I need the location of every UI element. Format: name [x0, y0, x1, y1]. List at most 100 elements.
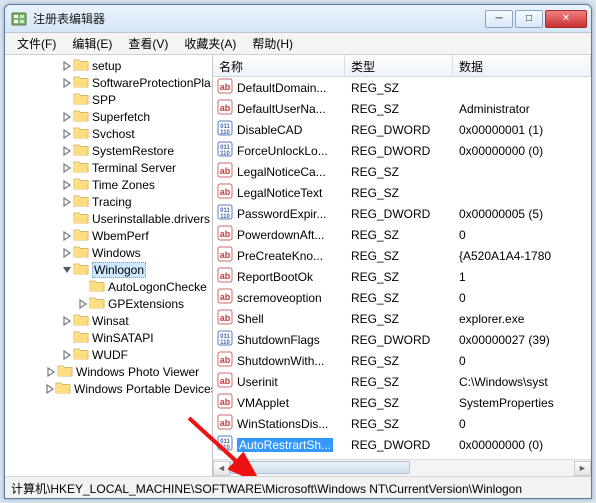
value-row[interactable]: PasswordExpir...REG_DWORD0x00000005 (5) — [213, 203, 591, 224]
tree-node[interactable]: Time Zones — [5, 176, 212, 193]
maximize-button[interactable]: □ — [515, 10, 543, 28]
tree-node[interactable]: WUDF — [5, 346, 212, 363]
value-row[interactable]: AutoRestrartSh...REG_DWORD0x00000000 (0) — [213, 434, 591, 455]
expand-icon[interactable] — [61, 248, 73, 258]
expand-icon[interactable] — [61, 316, 73, 326]
value-name: AutoRestrartSh... — [237, 438, 333, 452]
expand-icon[interactable] — [61, 163, 73, 173]
value-name: DisableCAD — [237, 123, 302, 137]
value-row[interactable]: ShutdownFlagsREG_DWORD0x00000027 (39) — [213, 329, 591, 350]
expand-icon[interactable] — [61, 112, 73, 122]
value-row[interactable]: ForceUnlockLo...REG_DWORD0x00000000 (0) — [213, 140, 591, 161]
scroll-thumb[interactable] — [230, 461, 410, 474]
expand-icon[interactable] — [61, 78, 73, 88]
expand-icon[interactable] — [45, 367, 57, 377]
column-header-name[interactable]: 名称 — [213, 55, 345, 76]
folder-icon — [73, 159, 92, 176]
tree-node-label: GPExtensions — [108, 297, 184, 311]
expand-icon[interactable] — [61, 129, 73, 139]
tree-node[interactable]: GPExtensions — [5, 295, 212, 312]
tree-node[interactable]: WbemPerf — [5, 227, 212, 244]
expand-icon[interactable] — [61, 61, 73, 71]
folder-icon — [89, 278, 108, 295]
tree-node[interactable]: Superfetch — [5, 108, 212, 125]
column-header-data[interactable]: 数据 — [453, 55, 591, 76]
string-value-icon — [217, 78, 237, 97]
value-name: PasswordExpir... — [237, 207, 326, 221]
value-row[interactable]: DisableCADREG_DWORD0x00000001 (1) — [213, 119, 591, 140]
string-value-icon — [217, 183, 237, 202]
folder-icon — [73, 227, 92, 244]
column-header-type[interactable]: 类型 — [345, 55, 453, 76]
folder-icon — [73, 91, 92, 108]
tree-node[interactable]: SystemRestore — [5, 142, 212, 159]
tree-node[interactable]: Terminal Server — [5, 159, 212, 176]
window-title: 注册表编辑器 — [33, 10, 483, 27]
close-button[interactable]: ✕ — [545, 10, 587, 28]
value-row[interactable]: VMAppletREG_SZSystemProperties — [213, 392, 591, 413]
value-row[interactable]: PreCreateKno...REG_SZ{A520A1A4-1780 — [213, 245, 591, 266]
horizontal-scrollbar[interactable]: ◄ ► — [213, 459, 591, 476]
tree-node-label: Winsat — [92, 314, 129, 328]
value-row[interactable]: ShutdownWith...REG_SZ0 — [213, 350, 591, 371]
folder-icon — [73, 176, 92, 193]
value-data: 0 — [453, 291, 591, 305]
value-row[interactable]: PowerdownAft...REG_SZ0 — [213, 224, 591, 245]
tree-node-label: Terminal Server — [92, 161, 176, 175]
scroll-left-button[interactable]: ◄ — [213, 461, 230, 476]
value-row[interactable]: WinStationsDis...REG_SZ0 — [213, 413, 591, 434]
expand-icon[interactable] — [77, 299, 89, 309]
value-row[interactable]: DefaultUserNa...REG_SZAdministrator — [213, 98, 591, 119]
expand-icon[interactable] — [61, 197, 73, 207]
scroll-right-button[interactable]: ► — [574, 461, 591, 476]
tree-node[interactable]: Svchost — [5, 125, 212, 142]
value-data: {A520A1A4-1780 — [453, 249, 591, 263]
tree-node-label: setup — [92, 59, 121, 73]
tree-node[interactable]: Winlogon — [5, 261, 212, 278]
tree-node[interactable]: SPP — [5, 91, 212, 108]
value-data: 0x00000001 (1) — [453, 123, 591, 137]
value-type: REG_SZ — [345, 270, 453, 284]
titlebar[interactable]: 注册表编辑器 ─ □ ✕ — [5, 5, 591, 33]
menu-item[interactable]: 编辑(E) — [64, 33, 120, 54]
value-type: REG_DWORD — [345, 144, 453, 158]
expand-icon[interactable] — [61, 231, 73, 241]
expand-icon[interactable] — [61, 146, 73, 156]
tree-node[interactable]: SoftwareProtectionPla — [5, 74, 212, 91]
menu-item[interactable]: 查看(V) — [120, 33, 176, 54]
string-value-icon — [217, 267, 237, 286]
tree-node-label: WUDF — [92, 348, 128, 362]
folder-icon — [73, 346, 92, 363]
tree-node[interactable]: Winsat — [5, 312, 212, 329]
folder-icon — [73, 329, 92, 346]
tree-node[interactable]: Windows — [5, 244, 212, 261]
value-row[interactable]: LegalNoticeTextREG_SZ — [213, 182, 591, 203]
menu-item[interactable]: 帮助(H) — [244, 33, 301, 54]
value-data: explorer.exe — [453, 312, 591, 326]
value-row[interactable]: DefaultDomain...REG_SZ — [213, 77, 591, 98]
value-row[interactable]: scremoveoptionREG_SZ0 — [213, 287, 591, 308]
minimize-button[interactable]: ─ — [485, 10, 513, 28]
app-icon — [11, 11, 27, 27]
menu-item[interactable]: 收藏夹(A) — [176, 33, 244, 54]
tree-node[interactable]: Tracing — [5, 193, 212, 210]
expand-icon[interactable] — [61, 180, 73, 190]
expand-icon[interactable] — [45, 384, 55, 394]
tree-node[interactable]: Userinstallable.drivers — [5, 210, 212, 227]
tree-node[interactable]: WinSATAPI — [5, 329, 212, 346]
expand-icon[interactable] — [61, 350, 73, 360]
tree-node-label: SoftwareProtectionPla — [92, 76, 211, 90]
value-row[interactable]: UserinitREG_SZC:\Windows\syst — [213, 371, 591, 392]
value-name: LegalNoticeCa... — [237, 165, 326, 179]
tree-node[interactable]: setup — [5, 57, 212, 74]
value-row[interactable]: ShellREG_SZexplorer.exe — [213, 308, 591, 329]
tree-node[interactable]: Windows Photo Viewer — [5, 363, 212, 380]
collapse-icon[interactable] — [61, 265, 73, 275]
value-row[interactable]: ReportBootOkREG_SZ1 — [213, 266, 591, 287]
menu-item[interactable]: 文件(F) — [9, 33, 64, 54]
value-type: REG_SZ — [345, 81, 453, 95]
tree-node[interactable]: AutoLogonChecke — [5, 278, 212, 295]
value-row[interactable]: LegalNoticeCa...REG_SZ — [213, 161, 591, 182]
tree-node[interactable]: Windows Portable Devices — [5, 380, 212, 397]
registry-tree[interactable]: setupSoftwareProtectionPlaSPPSuperfetchS… — [5, 55, 213, 476]
